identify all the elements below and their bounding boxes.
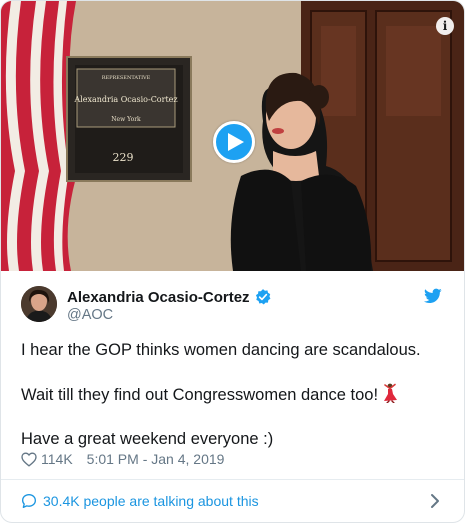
chevron-right-icon[interactable]	[430, 493, 440, 509]
tweet-timestamp[interactable]: 5:01 PM - Jan 4, 2019	[87, 451, 225, 467]
tweet-text: I hear the GOP thinks women dancing are …	[21, 339, 451, 450]
avatar-image	[21, 286, 57, 322]
tweet-line-1: I hear the GOP thinks women dancing are …	[21, 341, 421, 359]
tweet-line-3: Have a great weekend everyone :)	[21, 430, 274, 448]
author-display-name[interactable]: Alexandria Ocasio-Cortez	[67, 289, 250, 306]
plaque-state: New York	[111, 116, 141, 123]
heart-icon[interactable]	[21, 451, 37, 467]
video-thumbnail[interactable]: REPRESENTATIVE Alexandria Ocasio-Cortez …	[1, 1, 464, 271]
tweet-line-2-text: Wait till they find out Congresswomen da…	[21, 386, 379, 404]
tweet-meta: 114K 5:01 PM - Jan 4, 2019	[21, 451, 224, 467]
verified-badge-icon	[255, 289, 270, 305]
speech-bubble-icon	[22, 494, 36, 508]
play-button[interactable]	[213, 121, 255, 163]
embedded-tweet-card: REPRESENTATIVE Alexandria Ocasio-Cortez …	[0, 0, 465, 523]
avatar[interactable]	[21, 286, 57, 322]
plaque-name: Alexandria Ocasio-Cortez	[73, 95, 177, 104]
tweet-line-2: Wait till they find out Congresswomen da…	[21, 383, 451, 406]
dancer-emoji	[384, 383, 398, 403]
plaque-title: REPRESENTATIVE	[102, 75, 151, 81]
conversation-link[interactable]: 30.4K people are talking about this	[1, 480, 464, 522]
author-name[interactable]: Alexandria Ocasio-Cortez	[67, 288, 272, 306]
play-icon	[228, 133, 244, 151]
twitter-bird-icon[interactable]	[424, 288, 442, 304]
author-handle[interactable]: @AOC	[67, 307, 113, 323]
conversation-label[interactable]: 30.4K people are talking about this	[43, 493, 259, 509]
info-icon[interactable]: i	[436, 17, 454, 35]
like-count[interactable]: 114K	[41, 451, 73, 467]
plaque-room: 229	[113, 151, 134, 164]
